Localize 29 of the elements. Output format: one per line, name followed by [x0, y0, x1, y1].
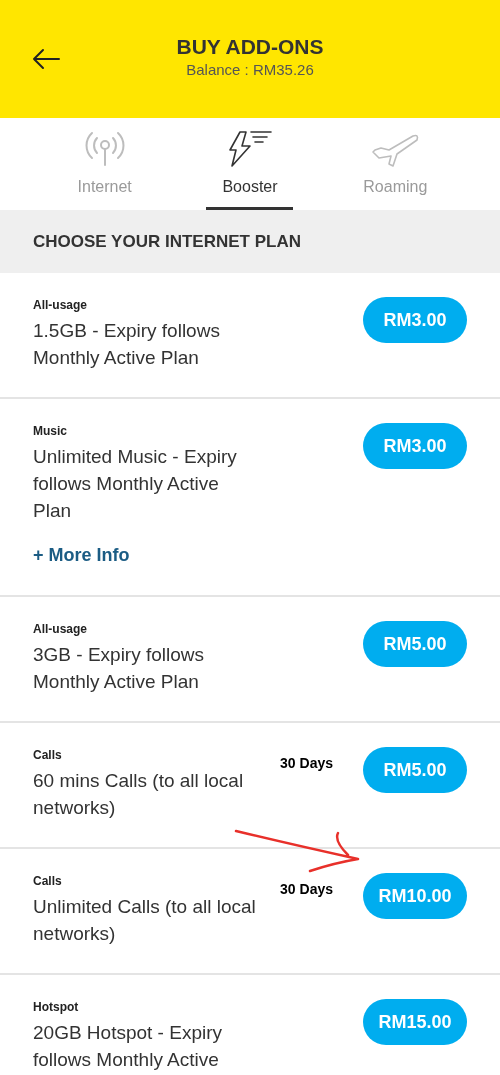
balance-text: Balance : RM35.26: [186, 60, 314, 80]
validity-text: 30 Days: [280, 880, 333, 899]
price-button[interactable]: RM10.00: [363, 873, 467, 919]
plan-description: 60 mins Calls (to all local networks): [33, 769, 245, 820]
plan-category: All-usage: [33, 621, 88, 637]
plan-description: 20GB Hotspot - Expiry follows Monthly Active: [33, 1021, 224, 1072]
category-tab[interactable]: Roaming: [322, 118, 468, 210]
price-button[interactable]: RM15.00: [363, 999, 467, 1045]
price-button[interactable]: RM5.00: [363, 747, 467, 793]
price-button[interactable]: RM5.00: [363, 621, 467, 667]
plan-description: Unlimited Music - Expiry follows Monthly Active Plan: [33, 445, 238, 523]
plan-category: All-usage: [33, 297, 88, 313]
category-tab[interactable]: Booster: [177, 118, 323, 210]
plan-category: Calls: [33, 747, 63, 763]
plan-description: Unlimited Calls (to all local networks): [33, 895, 257, 946]
section-title: CHOOSE YOUR INTERNET PLAN: [33, 230, 301, 253]
plan-description: 3GB - Expiry follows Monthly Active Plan: [33, 643, 206, 694]
back-icon[interactable]: [31, 47, 61, 71]
plan-category: Hotspot: [33, 999, 80, 1015]
plan-description: 1.5GB - Expiry follows Monthly Active Plan: [33, 319, 221, 370]
lightning-icon: [226, 130, 274, 168]
category-tab[interactable]: Internet: [32, 118, 178, 210]
plan-category: Calls: [33, 873, 63, 889]
more-info-link[interactable]: + More Info: [33, 542, 258, 569]
validity-text: 30 Days: [280, 754, 333, 773]
plan-category: Music: [33, 423, 68, 439]
price-button[interactable]: RM3.00: [363, 423, 467, 469]
price-button[interactable]: RM3.00: [363, 297, 467, 343]
page-title: BUY ADD-ONS: [176, 34, 324, 60]
